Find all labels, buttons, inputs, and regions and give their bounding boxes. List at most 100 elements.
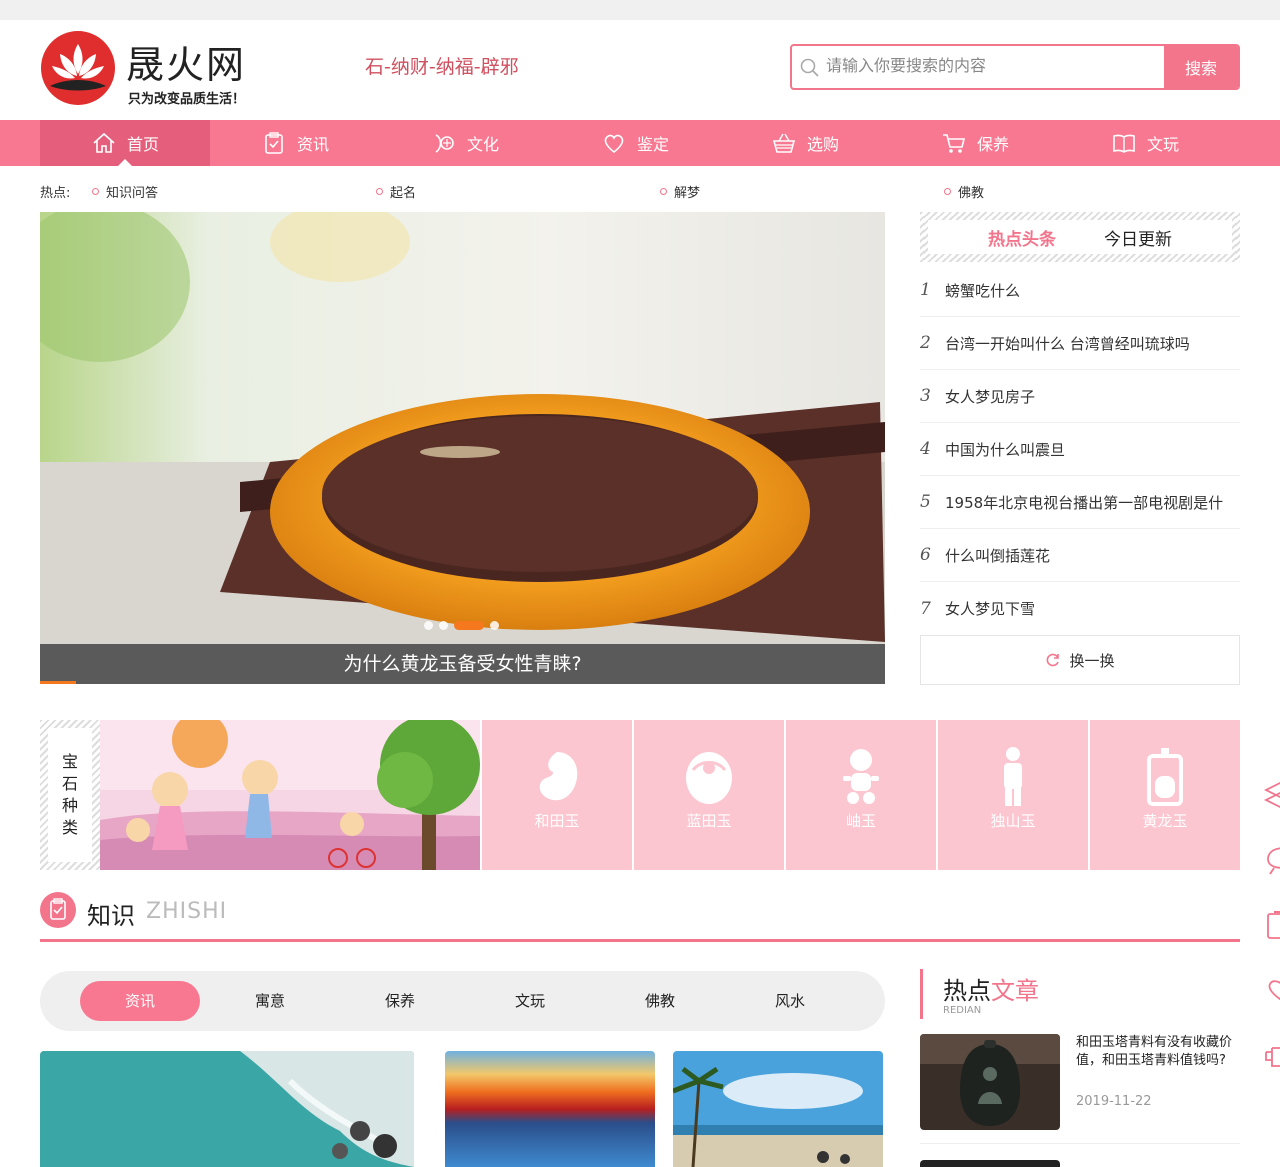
article-thumbnail[interactable] xyxy=(40,1051,414,1167)
category-tile-label: 和田玉 xyxy=(534,812,580,830)
category-tile-huanglong[interactable]: 黄龙玉 xyxy=(1090,720,1240,870)
nav-item-home[interactable]: 首页 xyxy=(40,120,210,166)
site-slogan: 只为改变品质生活！ xyxy=(128,92,246,107)
category-label-char: 石 xyxy=(61,774,78,793)
article-thumbnail[interactable] xyxy=(445,1051,655,1167)
banner-dot[interactable] xyxy=(490,621,499,630)
refresh-button[interactable]: 换一换 xyxy=(920,635,1240,685)
iv-bag-icon xyxy=(1147,748,1183,806)
cart-icon xyxy=(942,134,966,153)
hot-list-panel: 热点头条 今日更新 1 螃蟹吃什么 2 台湾一开始叫什么 台湾曾经叫琉球吗 3 女人梦… xyxy=(920,212,1240,685)
section-title: 热点文章 xyxy=(943,971,1039,1006)
list-item-text: 1958年北京电视台播出第一部电视剧是什 xyxy=(945,493,1224,512)
header-tagline: 石-纳财-纳福-辟邪 xyxy=(365,56,519,78)
tab-today-updates[interactable]: 今日更新 xyxy=(1104,225,1172,250)
nav-item-label: 首页 xyxy=(126,135,159,154)
nav-item-news[interactable]: 资讯 xyxy=(210,120,380,166)
category-tile-dushan[interactable]: 独山玉 xyxy=(938,720,1088,870)
heart-icon xyxy=(604,134,624,154)
banner-dot-active[interactable] xyxy=(454,621,484,630)
person-icon xyxy=(1004,747,1022,806)
refresh-icon xyxy=(1047,653,1060,667)
hot-article-item[interactable]: 和田玉塔青料有没有收藏价值，和田玉塔青料值钱吗? 2019-11-22 xyxy=(920,1034,1240,1144)
tab-news[interactable]: 资讯 xyxy=(80,981,200,1021)
hot-label: 热点: xyxy=(40,186,71,201)
list-item[interactable]: 7 女人梦见下雪 xyxy=(920,582,1240,635)
list-item-number: 7 xyxy=(920,598,931,619)
chat-icon[interactable] xyxy=(1262,842,1280,876)
home-icon xyxy=(93,132,115,153)
tab-hot-headlines[interactable]: 热点头条 xyxy=(988,225,1056,250)
article-date: 2019-11-22 xyxy=(1076,1094,1152,1109)
baby-icon xyxy=(686,752,732,804)
banner-caption[interactable]: 为什么黄龙玉备受女性青睐? xyxy=(40,644,885,684)
nav-item-label: 鉴定 xyxy=(636,135,669,154)
category-label-char: 种 xyxy=(61,796,78,815)
hot-keyword-link[interactable]: 解梦 xyxy=(660,182,700,201)
layers-icon[interactable] xyxy=(1262,778,1280,812)
article-title: 和田玉塔青料有没有收藏价值，和田玉塔青料值钱吗? xyxy=(1076,1035,1233,1068)
tab-maintenance[interactable]: 保养 xyxy=(340,981,460,1021)
search-box: 搜索 xyxy=(790,44,1240,90)
list-item-text: 中国为什么叫震旦 xyxy=(945,440,1066,459)
heart-icon[interactable] xyxy=(1262,974,1280,1008)
section-title-a: 热点 xyxy=(943,977,991,1005)
hot-tabs: 热点头条 今日更新 xyxy=(920,212,1240,262)
main-nav: 首页 资讯 文化 鉴定 选购 保养 文玩 xyxy=(0,120,1280,166)
article-image[interactable] xyxy=(920,1160,1060,1167)
tab-collectibles[interactable]: 文玩 xyxy=(470,981,590,1021)
list-item-text: 台湾一开始叫什么 台湾曾经叫琉球吗 xyxy=(945,334,1190,353)
category-tile-lantian[interactable]: 蓝田玉 xyxy=(634,720,784,870)
list-item[interactable]: 5 1958年北京电视台播出第一部电视剧是什 xyxy=(920,476,1240,529)
site-name: 晟火网 xyxy=(126,43,247,87)
hot-keyword-link[interactable]: 知识问答 xyxy=(92,182,158,201)
hot-articles-header: 热点文章 REDIAN xyxy=(920,969,1240,1019)
list-item-number: 1 xyxy=(920,280,931,300)
list-item[interactable]: 3 女人梦见房子 xyxy=(920,370,1240,423)
list-item-text: 螃蟹吃什么 xyxy=(945,281,1021,300)
nav-item-shopping[interactable]: 选购 xyxy=(720,120,890,166)
clipboard-icon xyxy=(265,132,283,154)
category-tile-hetian[interactable]: 和田玉 xyxy=(482,720,632,870)
tab-buddhism[interactable]: 佛教 xyxy=(600,981,720,1021)
list-item-number: 6 xyxy=(920,545,931,565)
list-item[interactable]: 2 台湾一开始叫什么 台湾曾经叫琉球吗 xyxy=(920,317,1240,370)
search-button[interactable]: 搜索 xyxy=(1164,46,1238,88)
list-item-text: 什么叫倒插莲花 xyxy=(945,546,1051,565)
top-strip xyxy=(0,0,1280,20)
basket-icon xyxy=(772,133,796,153)
nav-item-label: 资讯 xyxy=(296,135,329,154)
tab-meaning[interactable]: 寓意 xyxy=(210,981,330,1021)
list-item[interactable]: 6 什么叫倒插莲花 xyxy=(920,529,1240,582)
section-title-en: ZHISHI xyxy=(146,899,228,924)
list-item[interactable]: 1 螃蟹吃什么 xyxy=(920,264,1240,317)
banner-dot[interactable] xyxy=(424,621,433,630)
article-image xyxy=(920,1034,1060,1130)
list-item[interactable]: 4 中国为什么叫震旦 xyxy=(920,423,1240,476)
nav-item-collectibles[interactable]: 文玩 xyxy=(1060,120,1230,166)
category-tile-xiuyu[interactable]: 岫玉 xyxy=(786,720,936,870)
clipboard-icon[interactable] xyxy=(1262,908,1280,942)
site-logo[interactable]: 晟火网 只为改变品质生活！ xyxy=(40,30,260,107)
lotus-logo-icon xyxy=(41,31,115,105)
article-thumbnail[interactable] xyxy=(673,1051,883,1167)
banner-dot[interactable] xyxy=(439,621,448,630)
section-title-en: REDIAN xyxy=(943,1005,982,1016)
hot-keyword-link[interactable]: 佛教 xyxy=(944,182,984,201)
nav-item-appraisal[interactable]: 鉴定 xyxy=(550,120,720,166)
list-item-number: 4 xyxy=(920,439,931,459)
list-item-number: 2 xyxy=(920,333,931,353)
tab-fengshui[interactable]: 风水 xyxy=(730,981,850,1021)
toddler-icon xyxy=(843,749,879,804)
cup-icon[interactable] xyxy=(1262,1040,1280,1074)
culture-icon xyxy=(435,134,454,153)
banner-carousel[interactable]: 为什么黄龙玉备受女性青睐? xyxy=(40,212,885,684)
nav-item-maintenance[interactable]: 保养 xyxy=(890,120,1060,166)
category-label-char: 类 xyxy=(61,818,78,837)
refresh-label: 换一换 xyxy=(1069,651,1115,670)
nav-item-culture[interactable]: 文化 xyxy=(380,120,550,166)
search-input[interactable] xyxy=(826,46,1164,88)
hot-keywords: 热点: 知识问答 起名 解梦 佛教 xyxy=(40,182,1240,201)
hot-keyword-link[interactable]: 起名 xyxy=(376,182,416,201)
list-item-text: 女人梦见房子 xyxy=(945,387,1036,406)
